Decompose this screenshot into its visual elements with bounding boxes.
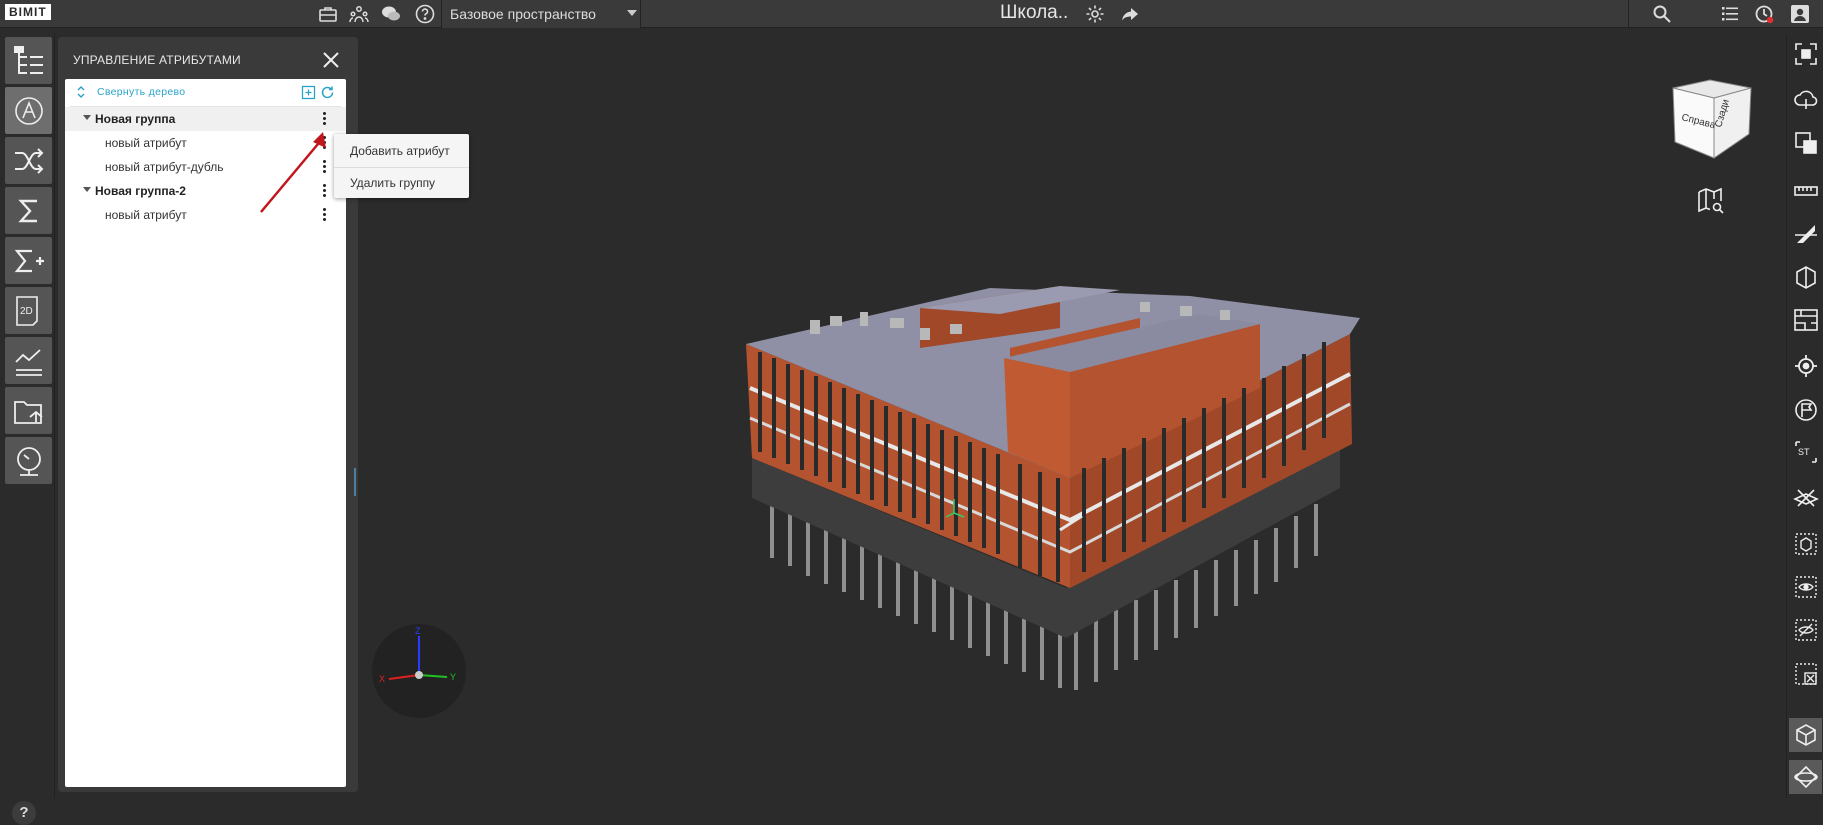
collapse-tree-label: Свернуть дерево — [97, 86, 186, 98]
annotation-arrow — [260, 132, 326, 213]
caret-down-icon[interactable] — [83, 115, 91, 120]
notifications-icon[interactable] — [1754, 4, 1774, 24]
measure-st-icon: ST — [1794, 441, 1817, 463]
right-toolbar: ST — [1786, 35, 1823, 798]
sum-plus-button[interactable] — [5, 237, 52, 284]
2d-drawing-icon: 2D — [15, 295, 38, 326]
section-plane-icon — [1794, 225, 1817, 243]
axis-z-label: Z — [415, 626, 421, 636]
panel-title: Управление атрибутами — [73, 53, 241, 67]
floor-plan-button[interactable] — [1789, 303, 1822, 337]
orbit-icon — [1793, 765, 1818, 789]
list-icon[interactable] — [1720, 4, 1740, 24]
attribute-label: новый атрибут — [105, 208, 187, 222]
share-icon[interactable] — [1120, 4, 1140, 24]
clash-button[interactable] — [1789, 481, 1822, 515]
focus-frame-icon — [1794, 43, 1817, 65]
briefcase-icon[interactable] — [318, 4, 338, 24]
measure-button[interactable]: ST — [1789, 435, 1822, 469]
markers-button[interactable] — [1789, 393, 1822, 427]
2d-view-button[interactable]: 2D — [5, 287, 52, 334]
attribute-a-icon — [14, 96, 43, 125]
section-box-button[interactable] — [1789, 126, 1822, 160]
panel-resize-handle[interactable] — [354, 468, 356, 496]
locate-button[interactable] — [1789, 349, 1822, 383]
point-cloud-button[interactable] — [1789, 83, 1822, 117]
tree-toolbar: Свернуть дерево — [65, 79, 346, 107]
caret-down-icon[interactable] — [83, 187, 91, 192]
model-tree-button[interactable] — [5, 37, 52, 84]
3d-view-button[interactable] — [1789, 718, 1822, 752]
building-model — [746, 286, 1360, 690]
close-icon[interactable] — [320, 49, 342, 71]
select-box-button[interactable] — [1789, 527, 1822, 561]
attribute-label: новый атрибут-дубль — [105, 160, 224, 174]
3d-viewport[interactable] — [360, 28, 1784, 798]
tree-icon — [13, 45, 43, 74]
ruler-icon — [1793, 186, 1818, 196]
map-search-icon[interactable] — [1696, 186, 1726, 216]
app-logo: BIMIT — [5, 4, 51, 20]
space-selector[interactable]: Базовое пространство — [441, 0, 641, 28]
cube-section-icon — [1795, 266, 1816, 289]
navigation-cube[interactable]: Справа Сзади — [1665, 78, 1755, 160]
chart-lines-icon — [14, 348, 42, 376]
target-icon — [1794, 355, 1817, 377]
sigma-icon — [17, 199, 37, 222]
folder-open-icon — [13, 400, 43, 424]
space-selector-label: Базовое пространство — [450, 6, 596, 22]
group-label: Новая группа — [95, 112, 176, 126]
hide-button[interactable] — [1789, 613, 1822, 647]
section-box-icon — [1794, 132, 1817, 154]
flag-circle-icon — [1794, 399, 1817, 421]
svg-text:2D: 2D — [20, 306, 33, 317]
focus-button[interactable] — [1789, 37, 1822, 71]
open-folder-button[interactable] — [5, 387, 52, 434]
collapse-tree-button[interactable]: Свернуть дерево — [75, 86, 185, 98]
clash-planes-icon — [1792, 489, 1819, 507]
top-bar: BIMIT Базовое пространство Школа.. — [0, 0, 1823, 28]
cloud-icon — [1793, 90, 1817, 109]
chart-button[interactable] — [5, 337, 52, 384]
add-group-icon[interactable] — [301, 85, 316, 100]
collapse-chevrons-icon — [77, 86, 85, 98]
close-box-icon — [1794, 663, 1817, 685]
isolate-button[interactable] — [1789, 657, 1822, 691]
axis-x-label: X — [379, 674, 385, 684]
show-button[interactable] — [1789, 570, 1822, 604]
eye-icon — [1794, 576, 1817, 598]
help-circle-icon[interactable] — [415, 4, 435, 24]
gauge-icon — [16, 446, 41, 476]
group-label: Новая группа-2 — [95, 184, 186, 198]
section-view-button[interactable] — [1789, 260, 1822, 294]
gear-icon[interactable] — [1084, 4, 1106, 24]
axes-gizmo[interactable]: Z X Y — [372, 624, 466, 718]
chat-icon[interactable] — [381, 4, 401, 24]
user-icon[interactable] — [1790, 4, 1810, 24]
eye-off-icon — [1794, 619, 1817, 641]
select-cube-icon — [1794, 533, 1817, 555]
left-toolbar: 2D ? — [0, 33, 55, 825]
team-icon[interactable] — [349, 4, 369, 24]
shuffle-icon — [14, 147, 43, 174]
orbit-button[interactable] — [1789, 760, 1822, 794]
svg-text:ST: ST — [1798, 447, 1810, 457]
project-title: Школа.. — [1000, 2, 1069, 23]
shuffle-button[interactable] — [5, 137, 52, 184]
ruler-button[interactable] — [1789, 174, 1822, 208]
axis-y-label: Y — [450, 672, 456, 682]
section-plane-button[interactable] — [1789, 217, 1822, 251]
attributes-button[interactable] — [5, 87, 52, 134]
help-button[interactable]: ? — [12, 801, 36, 825]
refresh-icon[interactable] — [320, 85, 335, 100]
attribute-label: новый атрибут — [105, 136, 187, 150]
search-icon[interactable] — [1652, 4, 1672, 24]
sum-button[interactable] — [5, 187, 52, 234]
cube-icon — [1795, 724, 1816, 746]
dashboard-button[interactable] — [5, 437, 52, 484]
floor-plan-icon — [1793, 309, 1818, 331]
sigma-plus-icon — [14, 249, 44, 272]
chevron-down-icon — [627, 10, 637, 16]
